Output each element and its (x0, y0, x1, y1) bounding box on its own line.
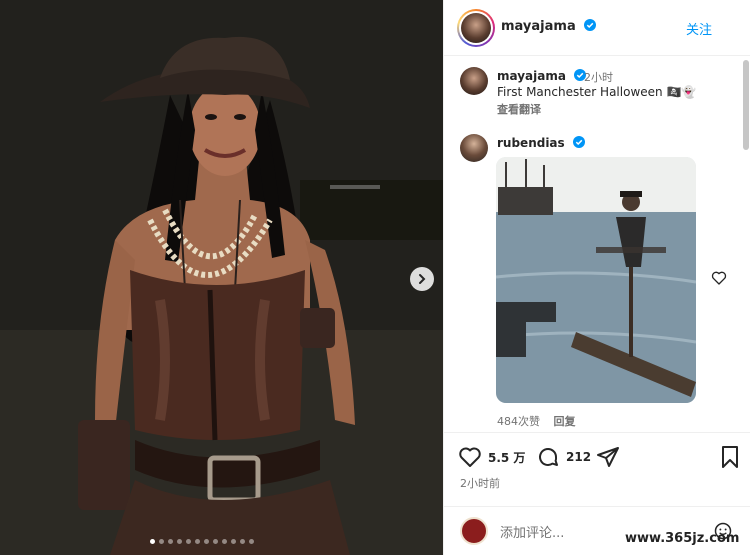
author-username[interactable]: mayajama (501, 19, 576, 34)
carousel-dot[interactable] (177, 539, 182, 544)
comments-scrollbar[interactable] (743, 60, 749, 150)
carousel-dot[interactable] (222, 539, 227, 544)
comment-bubble-icon (539, 448, 558, 466)
comment-input[interactable]: 添加评论... (500, 522, 564, 541)
share-button[interactable] (596, 445, 620, 469)
comments-list[interactable]: mayajama 2小时 First Manchester Halloween … (444, 56, 744, 432)
comment-button[interactable]: 212 (536, 445, 591, 469)
reply-button[interactable]: 回复 (554, 415, 576, 428)
caption-avatar[interactable] (460, 67, 488, 95)
caption-author[interactable]: mayajama (497, 69, 566, 83)
carousel-dot[interactable] (168, 539, 173, 544)
commenter-avatar[interactable] (460, 134, 488, 162)
comment-likes[interactable]: 484次赞 (497, 415, 540, 428)
comment-meta: 484次赞 回复 (497, 413, 586, 429)
commenter-name-line[interactable]: rubendias (497, 136, 585, 150)
carousel-dot[interactable] (213, 539, 218, 544)
comments-count[interactable]: 212 (566, 450, 591, 464)
heart-icon (459, 447, 481, 467)
comment-gif-image[interactable] (496, 157, 696, 403)
carousel-dot[interactable] (150, 539, 155, 544)
carousel-dot[interactable] (249, 539, 254, 544)
carousel-dot[interactable] (186, 539, 191, 544)
carousel-dots (150, 539, 300, 545)
site-watermark: www.365jz.com (625, 531, 740, 546)
like-button[interactable]: 5.5 万 (458, 445, 525, 469)
carousel-dot[interactable] (195, 539, 200, 544)
follow-button[interactable]: 关注 (686, 19, 712, 38)
caption-text: First Manchester Halloween 🏴‍☠️👻 (497, 85, 697, 99)
caption-time: 2小时 (584, 71, 613, 84)
commenter-username[interactable]: rubendias (497, 136, 565, 150)
see-translation-link[interactable]: 查看翻译 (497, 101, 541, 117)
carousel-dot[interactable] (231, 539, 236, 544)
caption-author-line[interactable]: mayajama (497, 69, 587, 83)
bookmark-icon (722, 446, 738, 468)
pirate-ship-scene (496, 157, 696, 403)
post-sidebar: mayajama 关注 mayajama 2小时 First Mancheste… (443, 0, 750, 555)
post-header: mayajama 关注 (444, 0, 750, 56)
carousel-dot[interactable] (159, 539, 164, 544)
verified-badge-icon (584, 19, 597, 31)
verified-badge-icon (572, 136, 585, 148)
carousel-next-button[interactable] (410, 267, 434, 291)
likes-count[interactable]: 5.5 万 (488, 449, 525, 466)
save-button[interactable] (720, 445, 740, 469)
chevron-right-icon (419, 274, 426, 284)
author-avatar[interactable] (457, 9, 495, 47)
post-time: 2小时前 (460, 477, 500, 490)
carousel-dot[interactable] (240, 539, 245, 544)
heart-icon[interactable] (711, 270, 727, 286)
paper-plane-icon (597, 447, 619, 467)
carousel-dot[interactable] (204, 539, 209, 544)
author-username-line[interactable]: mayajama (501, 19, 597, 34)
pirate-costume-photo (0, 0, 443, 555)
post-photo[interactable] (0, 0, 443, 555)
current-user-avatar (460, 517, 488, 545)
